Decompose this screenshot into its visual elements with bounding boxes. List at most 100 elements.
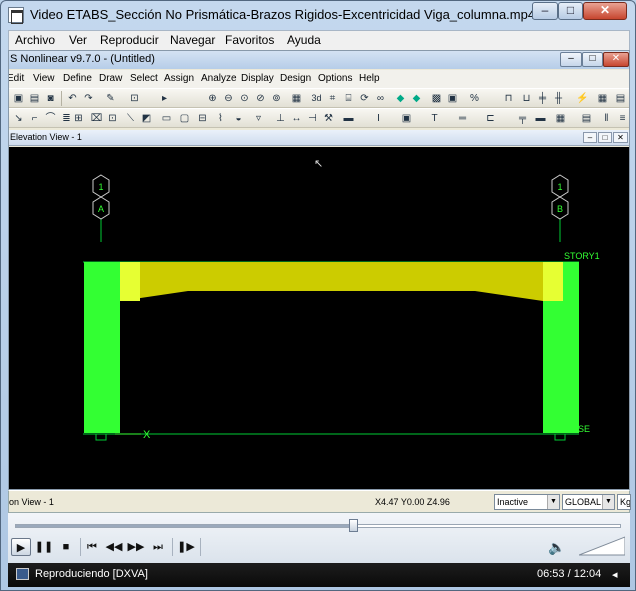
maximize-button[interactable]: □ (558, 2, 583, 20)
draw-line-icon: ⟍ (127, 113, 134, 124)
status-system-dropdown: GLOBAL ▼ (562, 494, 615, 510)
close-button[interactable]: ✕ (583, 2, 627, 20)
story-label: STORY1 (564, 251, 600, 261)
menu-ayuda[interactable]: Ayuda (287, 33, 321, 47)
menu-reproducir[interactable]: Reproducir (100, 33, 159, 47)
title-bar[interactable]: Video ETABS_Sección No Prismática-Brazos… (1, 1, 635, 29)
etabs-status-bar: on View - 1 X4.47 Y0.00 Z4.96 Inactive ▼ … (8, 490, 631, 513)
beam-icon: ═ (458, 113, 467, 124)
undo-icon: ↶ (68, 93, 77, 104)
etabs-menu-define: Define (63, 73, 92, 84)
beam (120, 262, 543, 301)
rect-icon: ▭ (161, 113, 172, 124)
perspective-icon: ∞ (376, 93, 385, 104)
etabs-menu-assign: Assign (164, 73, 195, 84)
props-icon: ▤ (581, 113, 592, 124)
elevation-view-title-bar: Elevation View - 1 – □ ✕ (9, 130, 629, 146)
bay-icon: ⊔ (522, 93, 531, 104)
curve-icon: ⌒ (45, 113, 56, 124)
camera-icon: ◙ (47, 93, 54, 104)
etabs-menu-draw: Draw (99, 73, 123, 84)
section-icon: ⌧ (90, 113, 103, 124)
rigid-zone-left (120, 262, 140, 301)
etabs-menu-analyze: Analyze (201, 73, 237, 84)
forward-button[interactable]: ▶▶ (126, 538, 146, 556)
support-right (554, 433, 566, 441)
stop-button[interactable]: ■ (56, 538, 76, 556)
print-icon: ▤ (29, 93, 40, 104)
play-button[interactable]: ▶ (11, 538, 31, 556)
player-controls: ▶ ❚❚ ■ ⏮ ◀◀ ▶▶ ⏭ ❚▶ 🔈 (8, 513, 630, 563)
t-icon: T (431, 113, 438, 124)
save-icon: ▣ (13, 93, 24, 104)
square-icon: ⊡ (108, 113, 117, 124)
refresh-icon: ⊚ (272, 93, 281, 104)
menu-navegar[interactable]: Navegar (170, 33, 215, 47)
menu-ver[interactable]: Ver (69, 33, 87, 47)
seek-thumb[interactable] (349, 519, 359, 532)
tag-icon: ⊞ (74, 113, 83, 124)
player-window: Video ETABS_Sección No Prismática-Brazos… (0, 0, 636, 591)
skip-forward-button[interactable]: ⏭ (148, 538, 168, 556)
seek-bar[interactable] (15, 524, 621, 528)
plan-view-icon: ⌗ (329, 93, 336, 104)
etabs-menu-options: Options (318, 73, 353, 84)
slab-icon: ▬ (535, 113, 546, 124)
rigid-zone-right (543, 262, 563, 301)
elevation-view-icon: ⌸ (345, 93, 352, 104)
player-menu-bar: Archivo Ver Reproducir Navegar Favoritos… (8, 30, 630, 50)
grid-a-letter: A (98, 204, 104, 214)
zoom-out-icon: ⊖ (224, 93, 233, 104)
volume-slider[interactable] (579, 535, 625, 557)
frame-drawing: 1 A 1 B X STORY1 SE ↖ (83, 157, 600, 441)
status-units-dropdown: Kgf (617, 494, 631, 510)
3d-view-icon: 3d (311, 93, 322, 103)
elevation-viewport: 1 A 1 B X STORY1 SE ↖ (9, 147, 629, 489)
grid-b-number: 1 (557, 182, 562, 192)
player-status-bar: Reproduciendo [DXVA] 06:53 / 12:04 ◂ (8, 563, 630, 587)
skip-back-button[interactable]: ⏮ (82, 538, 102, 556)
etabs-menu-display: Display (241, 73, 274, 84)
mesh-2-icon: ▦ (555, 113, 566, 124)
pause-button[interactable]: ❚❚ (34, 538, 54, 556)
moment-icon: ↔ (291, 113, 302, 124)
pointer-icon: ▸ (161, 93, 168, 104)
redo-icon: ↷ (84, 93, 93, 104)
minimize-button[interactable]: – (532, 2, 558, 20)
elevation-view-title: Elevation View - 1 (10, 132, 82, 142)
list-icon: ≡ (619, 113, 626, 124)
video-frame-etabs: S Nonlinear v9.7.0 - (Untitled) – □ ✕ Ed… (8, 50, 630, 490)
rewind-button[interactable]: ◀◀ (104, 538, 124, 556)
arrow-icon: ↘ (14, 113, 23, 124)
grid-a-number: 1 (98, 182, 103, 192)
percent-icon: % (470, 93, 479, 104)
lock-icon: ⊡ (130, 93, 139, 104)
brace-icon: ⚡ (576, 93, 589, 104)
menu-archivo[interactable]: Archivo (15, 33, 55, 47)
etabs-menu-help: Help (359, 73, 380, 84)
up-icon: ◆ (396, 93, 405, 104)
etabs-toolbar-1: ▣ ▤ ◙ ↶ ↷ ✎ ⊡ ▸ ⊕ ⊖ ⊙ ⊘ ⊚ ▦ 3d ⌗ ⌸ ⟳ ∞ ◆… (9, 88, 629, 108)
menu-favoritos[interactable]: Favoritos (225, 33, 274, 47)
audio-menu-icon[interactable]: ◂ (612, 568, 618, 581)
force-icon: ⊣ (308, 113, 317, 124)
grid-icon: ▩ (431, 93, 442, 104)
member-icon: ╤ (518, 113, 527, 124)
mesh-icon: ▤ (615, 93, 626, 104)
app-icon[interactable] (8, 7, 24, 24)
volume-icon[interactable]: 🔈 (548, 539, 565, 556)
column-left (84, 262, 120, 433)
frame-step-button[interactable]: ❚▶ (176, 538, 196, 556)
playback-status: Reproduciendo [DXVA] (35, 568, 148, 580)
axis-label: X (143, 429, 151, 441)
etabs-menu-view: View (33, 73, 55, 84)
etabs-menu-bar: Edit View Define Draw Select Assign Anal… (9, 70, 629, 88)
status-view-name: on View - 1 (9, 497, 54, 507)
area-icon: ▢ (179, 113, 190, 124)
window-title: Video ETABS_Sección No Prismática-Brazos… (30, 7, 536, 22)
etabs-title-bar: S Nonlinear v9.7.0 - (Untitled) – □ ✕ (9, 51, 629, 69)
point-icon: ▿ (255, 113, 262, 124)
joint-icon: ▦ (597, 93, 608, 104)
wall-icon: ╫ (554, 93, 563, 104)
load-icon: ⊥ (276, 113, 285, 124)
